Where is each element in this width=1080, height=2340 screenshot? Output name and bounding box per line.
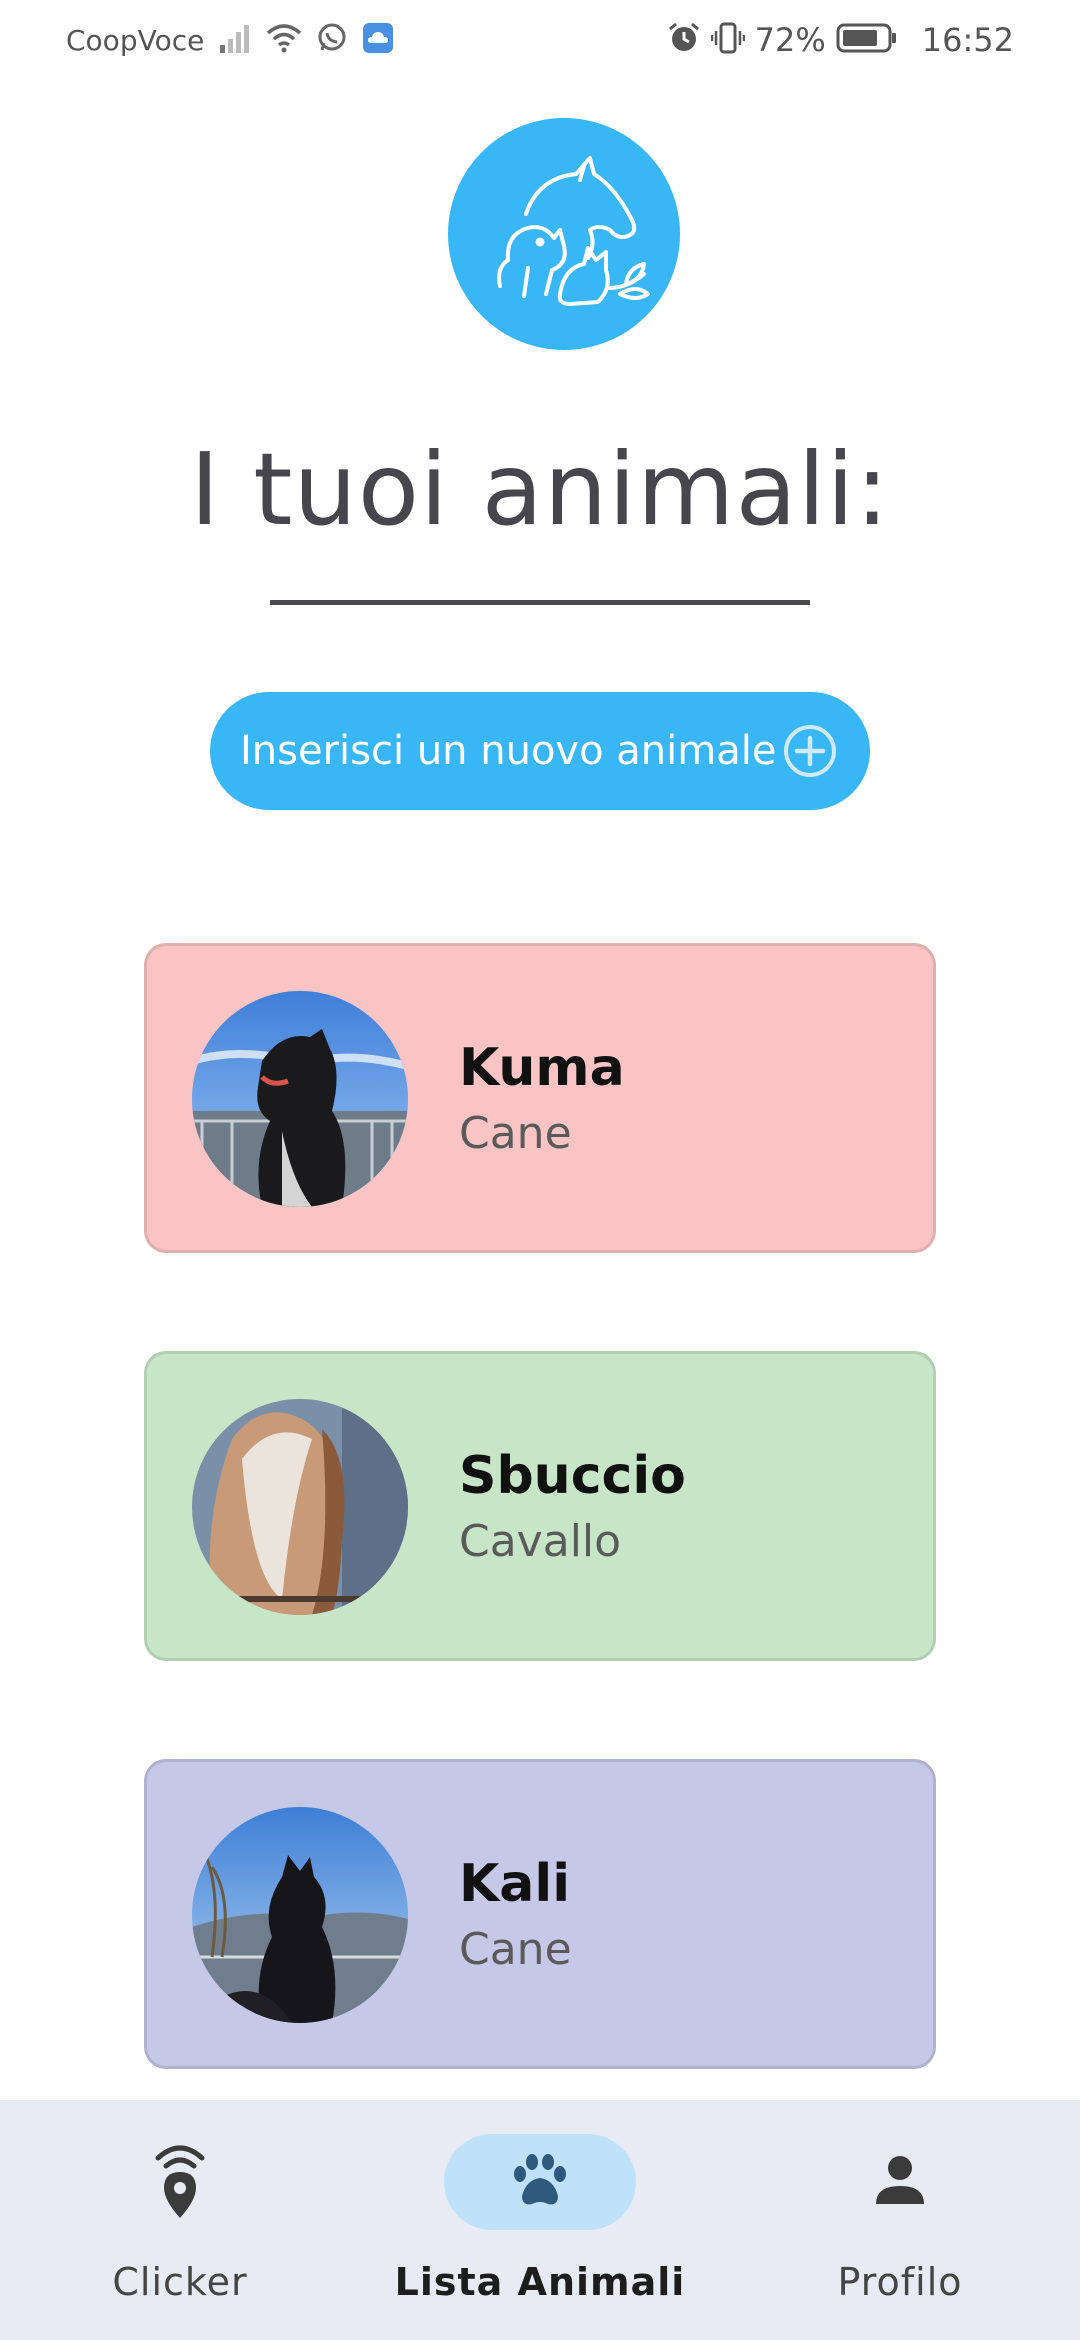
pets-logo-icon bbox=[448, 118, 680, 350]
carrier-name: CoopVoce bbox=[66, 23, 205, 57]
pet-photo-kali bbox=[192, 1807, 408, 2023]
plus-circle-icon bbox=[782, 723, 838, 779]
signal-icon bbox=[218, 23, 252, 57]
cloud-icon bbox=[362, 22, 394, 58]
pet-card-sbuccio[interactable]: Sbuccio Cavallo bbox=[144, 1351, 936, 1661]
battery-percentage: 72% bbox=[754, 21, 826, 59]
nav-label-clicker: Clicker bbox=[112, 2260, 248, 2304]
pets-logo-graphic bbox=[497, 156, 650, 306]
pet-name: Sbuccio bbox=[459, 1446, 686, 1506]
bottom-navigation: Clicker Lista Animali Profilo bbox=[0, 2100, 1080, 2340]
nav-label-profilo: Profilo bbox=[837, 2260, 963, 2304]
pet-name: Kuma bbox=[459, 1038, 625, 1098]
paw-icon bbox=[510, 2152, 570, 2212]
title-divider bbox=[270, 600, 810, 605]
pet-species: Cane bbox=[459, 1924, 572, 1975]
wifi-icon bbox=[266, 23, 302, 57]
clicker-location-icon bbox=[150, 2140, 210, 2224]
person-icon bbox=[872, 2152, 928, 2212]
battery-icon bbox=[836, 21, 898, 59]
pet-species: Cavallo bbox=[459, 1516, 622, 1567]
nav-item-profilo[interactable]: Profilo bbox=[720, 2100, 1080, 2340]
pet-card-kuma[interactable]: Kuma Cane bbox=[144, 943, 936, 1253]
nav-icon-wrap bbox=[0, 2134, 360, 2230]
add-animal-button[interactable]: Inserisci un nuovo animale bbox=[210, 692, 870, 810]
alarm-icon bbox=[667, 21, 701, 59]
page-title: I tuoi animali: bbox=[189, 431, 890, 548]
nav-label-lista-animali: Lista Animali bbox=[394, 2260, 686, 2304]
pet-photo-kuma bbox=[192, 991, 408, 1207]
pet-species: Cane bbox=[459, 1108, 572, 1159]
status-bar-left: CoopVoce bbox=[66, 20, 394, 60]
pet-card-kali[interactable]: Kali Cane bbox=[144, 1759, 936, 2069]
vibrate-icon bbox=[710, 21, 745, 59]
nav-active-pill bbox=[444, 2134, 636, 2230]
whatsapp-icon bbox=[316, 22, 348, 58]
nav-icon-wrap bbox=[720, 2134, 1080, 2230]
status-bar: CoopVoce 72% 16:52 bbox=[0, 0, 1080, 76]
pet-photo-sbuccio bbox=[192, 1399, 408, 1615]
add-animal-label: Inserisci un nuovo animale bbox=[240, 728, 777, 774]
pet-name: Kali bbox=[459, 1854, 571, 1914]
nav-icon-wrap bbox=[360, 2134, 720, 2230]
nav-item-clicker[interactable]: Clicker bbox=[0, 2100, 360, 2340]
nav-item-lista-animali[interactable]: Lista Animali bbox=[360, 2100, 720, 2340]
clock: 16:52 bbox=[921, 21, 1014, 59]
status-bar-right: 72% 16:52 bbox=[667, 20, 1014, 60]
